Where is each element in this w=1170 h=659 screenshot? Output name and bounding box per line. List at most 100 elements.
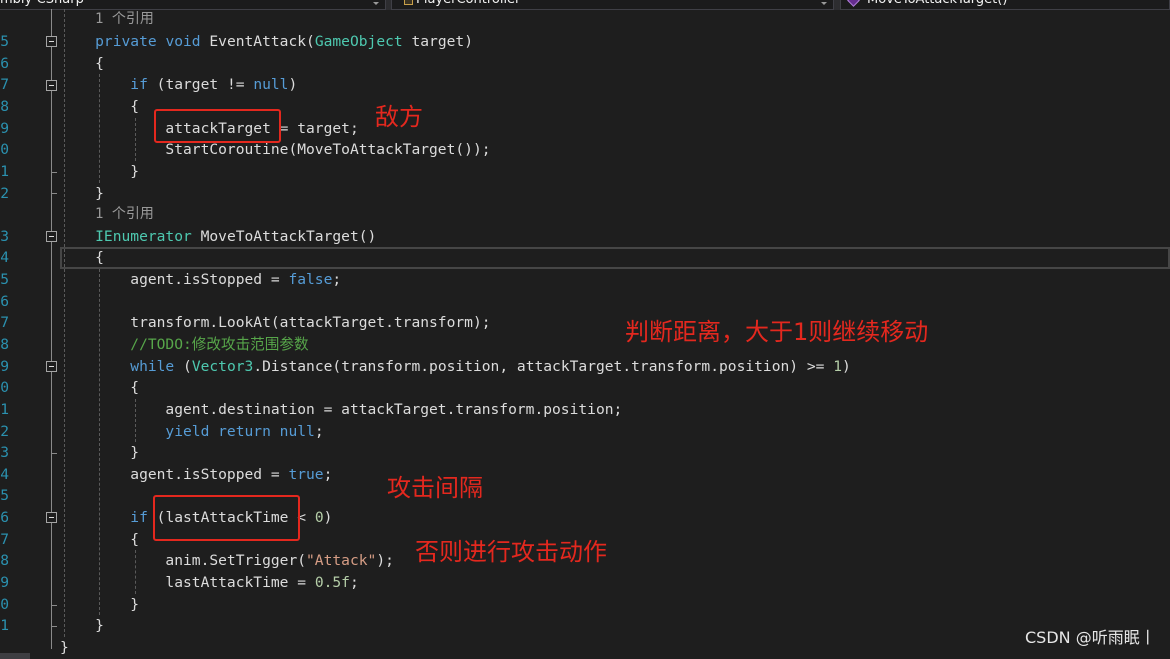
code-text: IEnumerator MoveToAttackTarget() xyxy=(60,226,376,248)
code-token: null xyxy=(253,76,289,94)
line-number: 5 xyxy=(0,487,9,505)
code-token: private xyxy=(60,33,157,51)
line-number: 3 xyxy=(0,444,9,462)
line-number: 1 xyxy=(0,162,9,180)
code-line[interactable]: 7 if (target != null) xyxy=(0,74,1170,96)
code-token: } xyxy=(60,162,140,180)
line-number: 4 xyxy=(0,465,9,483)
line-number: 7 xyxy=(0,530,9,548)
code-line[interactable]: 6 xyxy=(0,291,1170,313)
line-number: 8 xyxy=(0,336,9,353)
line-number: 6 xyxy=(0,292,9,310)
code-token: } xyxy=(60,595,140,613)
code-text: } xyxy=(60,637,69,659)
code-token: true xyxy=(288,465,324,483)
code-token: (target != xyxy=(147,76,254,94)
code-token: { xyxy=(60,379,140,397)
code-line[interactable]: 0 } xyxy=(0,594,1170,616)
code-line[interactable]: 1 } xyxy=(0,615,1170,637)
codelens-row[interactable]: 1 个引用 xyxy=(0,204,1170,226)
code-line[interactable]: } xyxy=(0,637,1170,659)
code-line[interactable]: 9 while (Vector3.Distance(transform.posi… xyxy=(0,356,1170,378)
code-token: transform.LookAt(attackTarget.transform)… xyxy=(60,314,491,332)
code-token: void xyxy=(156,33,201,51)
code-text: } xyxy=(60,183,104,205)
code-text: agent.isStopped = false; xyxy=(60,269,341,291)
code-line[interactable]: 5 agent.isStopped = false; xyxy=(0,269,1170,291)
code-text: //TODO:修改攻击范围参数 xyxy=(60,334,308,356)
code-text: { xyxy=(60,53,104,75)
code-token: IEnumerator xyxy=(60,227,192,245)
code-text: } xyxy=(60,442,139,464)
code-line[interactable]: 9 lastAttackTime = 0.5f; xyxy=(0,572,1170,594)
line-number: 2 xyxy=(0,422,9,440)
line-number: 4 xyxy=(0,249,9,267)
code-token: } xyxy=(60,184,104,202)
code-line[interactable]: 4 agent.isStopped = true; xyxy=(0,464,1170,486)
annotation-distance-check: 判断距离，大于1则继续移动 xyxy=(625,318,929,346)
code-text: { xyxy=(60,96,139,118)
code-text: { xyxy=(60,529,139,551)
codelens-references[interactable]: 1 个引用 xyxy=(95,204,154,226)
code-line[interactable]: 8 //TODO:修改攻击范围参数 xyxy=(0,334,1170,356)
line-number: 7 xyxy=(0,76,9,94)
line-number: 1 xyxy=(0,617,9,635)
code-token: { xyxy=(60,249,104,267)
code-token: 1 xyxy=(833,357,843,375)
line-number: 6 xyxy=(0,54,9,72)
code-token: 0.5f xyxy=(314,574,350,592)
code-token: ; xyxy=(349,574,359,592)
code-token: MoveToAttackTarget() xyxy=(191,227,377,245)
code-line[interactable]: 3 } xyxy=(0,442,1170,464)
code-line[interactable]: 6 { xyxy=(0,53,1170,75)
code-text: { xyxy=(60,377,139,399)
line-number: 5 xyxy=(0,271,9,289)
code-token: yield return null xyxy=(60,422,315,440)
code-token: ; xyxy=(323,465,333,483)
annotation-box-attack-target xyxy=(154,109,281,143)
code-text: private void EventAttack(GameObject targ… xyxy=(60,31,473,53)
code-token: agent.destination = attackTarget.transfo… xyxy=(60,400,623,418)
code-line[interactable]: 0 { xyxy=(0,377,1170,399)
line-number: 6 xyxy=(0,509,9,527)
line-number: 9 xyxy=(0,119,9,137)
code-text: agent.destination = attackTarget.transfo… xyxy=(60,399,622,421)
line-number: 0 xyxy=(0,141,9,159)
codelens-references[interactable]: 1 个引用 xyxy=(95,9,154,31)
annotation-box-last-attack-time xyxy=(153,495,300,541)
annotation-otherwise-attack: 否则进行攻击动作 xyxy=(415,538,607,566)
code-line[interactable]: 1 agent.destination = attackTarget.trans… xyxy=(0,399,1170,421)
code-token: if xyxy=(60,509,148,527)
watermark: CSDN @听雨眠丨 xyxy=(1025,628,1156,647)
code-token: { xyxy=(60,54,104,72)
code-line[interactable]: 4 { xyxy=(0,247,1170,269)
code-token: ; xyxy=(314,422,324,440)
code-line[interactable]: 5 private void EventAttack(GameObject ta… xyxy=(0,31,1170,53)
code-token: } xyxy=(60,617,104,635)
code-token: if xyxy=(60,76,148,94)
horizontal-scrollbar[interactable] xyxy=(0,653,30,659)
code-text: while (Vector3.Distance(transform.positi… xyxy=(60,356,851,378)
code-token: target) xyxy=(402,33,473,51)
code-text: transform.LookAt(attackTarget.transform)… xyxy=(60,312,491,334)
code-token: ) xyxy=(842,357,851,375)
code-text: agent.isStopped = true; xyxy=(60,464,332,486)
code-text: } xyxy=(60,615,104,637)
line-number: 7 xyxy=(0,314,9,332)
code-line[interactable]: 3 IEnumerator MoveToAttackTarget() xyxy=(0,226,1170,248)
code-token: StartCoroutine(MoveToAttackTarget()); xyxy=(60,141,491,159)
code-text: anim.SetTrigger("Attack"); xyxy=(60,550,394,572)
code-token: ); xyxy=(376,552,394,570)
code-token: ( xyxy=(174,357,192,375)
code-line[interactable]: 2 yield return null; xyxy=(0,421,1170,443)
line-number: 0 xyxy=(0,379,9,397)
code-text: if (target != null) xyxy=(60,74,297,96)
annotation-enemy: 敌方 xyxy=(375,103,423,131)
code-line[interactable]: 2 } xyxy=(0,183,1170,205)
codelens-row[interactable]: 1 个引用 xyxy=(0,9,1170,31)
code-text: } xyxy=(60,594,139,616)
code-line[interactable]: 1 } xyxy=(0,161,1170,183)
code-text: yield return null; xyxy=(60,421,324,443)
code-text: lastAttackTime = 0.5f; xyxy=(60,572,359,594)
code-line[interactable]: 7 transform.LookAt(attackTarget.transfor… xyxy=(0,312,1170,334)
